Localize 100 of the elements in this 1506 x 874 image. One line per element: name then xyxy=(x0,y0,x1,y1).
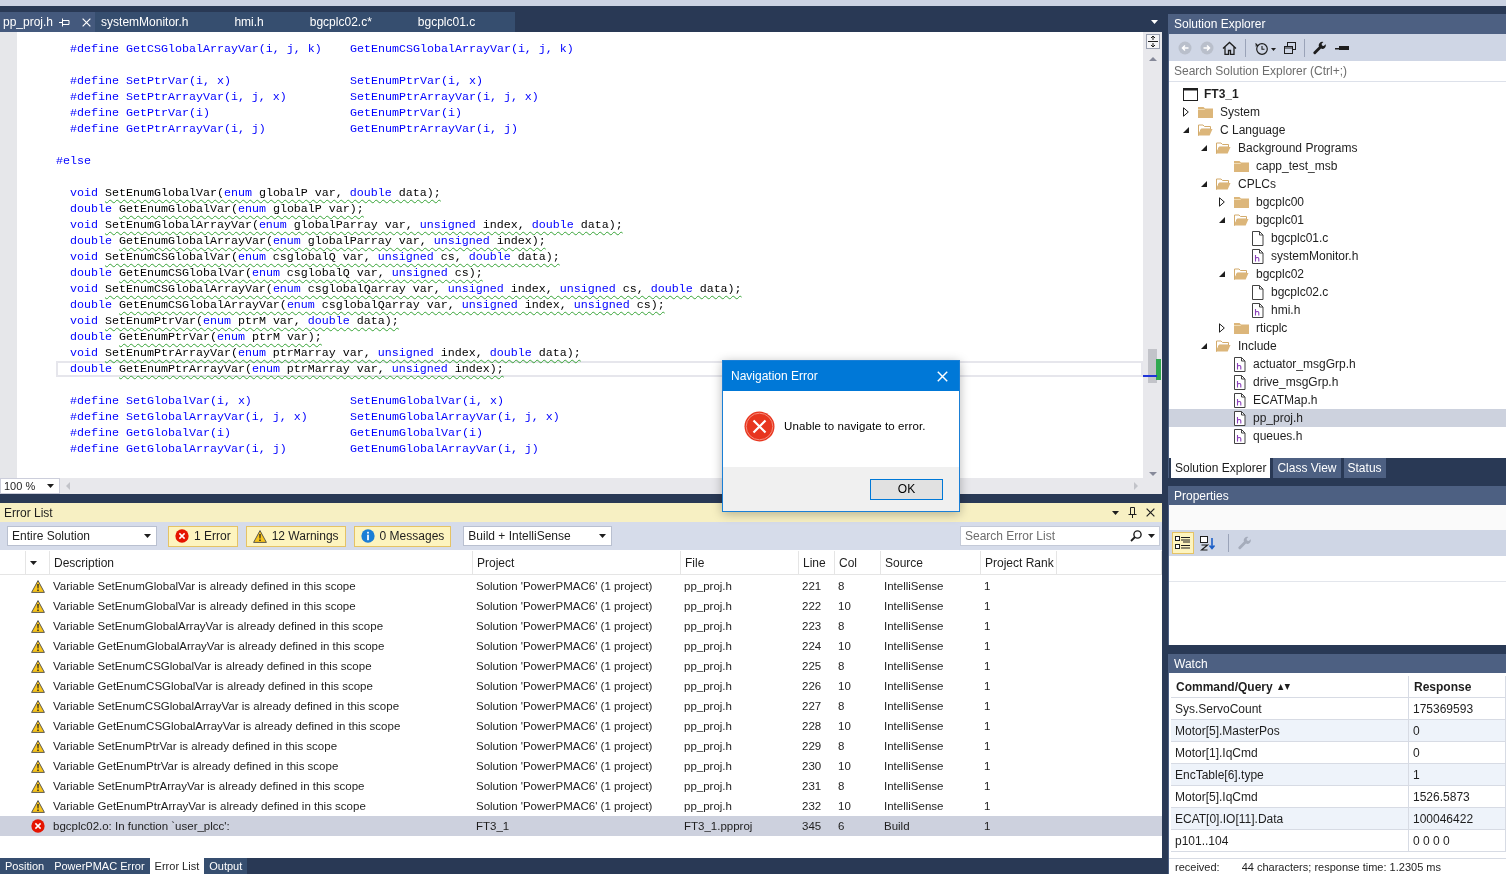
tree-item[interactable]: queues.h xyxy=(1169,427,1506,445)
warning-icon xyxy=(31,619,45,633)
column-header[interactable]: Response xyxy=(1414,679,1472,694)
tree-item[interactable]: CPLCs xyxy=(1169,175,1506,193)
code-line: double GetEnumGlobalArrayVar(enum globalParray var, unsigned index); xyxy=(70,233,546,249)
expanded-arrow-icon[interactable] xyxy=(1201,145,1207,151)
macro-expansion: GetEnumPtrArrayVar(i, j) xyxy=(350,121,518,137)
zoom-dropdown[interactable]: 100 % xyxy=(0,478,60,494)
dropdown-arrow-icon[interactable] xyxy=(47,484,54,488)
tree-item[interactable]: bgcplc02.c xyxy=(1169,283,1506,301)
expanded-arrow-icon[interactable] xyxy=(1183,127,1189,133)
table-cell: Sys.ServoCount xyxy=(1175,701,1262,716)
tree-item[interactable]: systemMonitor.h xyxy=(1169,247,1506,265)
tree-item[interactable]: System xyxy=(1169,103,1506,121)
dropdown-arrow-icon[interactable] xyxy=(1151,20,1158,24)
filter-toggle-button[interactable]: 1 Error xyxy=(168,525,238,547)
scope-dropdown[interactable]: Entire Solution xyxy=(7,526,157,546)
windows-icon[interactable] xyxy=(1284,41,1296,54)
column-header[interactable]: Col xyxy=(839,555,857,570)
column-header[interactable]: File xyxy=(685,555,705,570)
macro-definition: #define GetCSGlobalArrayVar(i, j, k) xyxy=(70,41,323,57)
header-file-icon xyxy=(1252,248,1264,264)
table-cell: 1 xyxy=(984,660,991,672)
search-icon[interactable] xyxy=(1130,530,1142,542)
panel-tab[interactable]: Status xyxy=(1343,458,1386,478)
search-bar[interactable]: Search Error List xyxy=(960,526,1160,546)
table-cell: 8 xyxy=(838,660,845,672)
collapsed-arrow-icon[interactable] xyxy=(1219,197,1225,207)
tree-item[interactable]: pp_proj.h xyxy=(1169,409,1506,427)
table-cell: pp_proj.h xyxy=(684,640,732,652)
tree-item[interactable]: capp_test_msb xyxy=(1169,157,1506,175)
tree-item[interactable]: actuator_msgGrp.h xyxy=(1169,355,1506,373)
build-filter-dropdown[interactable]: Build + IntelliSense xyxy=(463,526,613,546)
expanded-arrow-icon[interactable] xyxy=(1201,343,1207,349)
tree-item[interactable]: hmi.h xyxy=(1169,301,1506,319)
collapse-icon[interactable] xyxy=(1335,44,1349,51)
ok-button[interactable]: OK xyxy=(870,478,943,500)
vertical-scrollbar[interactable] xyxy=(1143,32,1162,478)
macro-definition: #define SetGlobalArrayVar(i, j, x) xyxy=(70,409,309,425)
dropdown-arrow-icon[interactable] xyxy=(1112,510,1119,515)
code-line: void SetEnumCSGlobalVar(enum csglobalQ var, unsigned cs, double data); xyxy=(70,249,560,265)
panel-tab[interactable]: Error List xyxy=(149,858,205,874)
macro-definition: #define GetPtrVar(i) xyxy=(70,105,211,121)
preprocessor-directive: #else xyxy=(56,153,91,169)
pin-icon[interactable] xyxy=(1128,507,1137,518)
column-header[interactable]: Command/Query xyxy=(1176,679,1273,694)
table-cell: 232 xyxy=(802,800,822,812)
macro-definition: #define SetPtrVar(i, x) xyxy=(70,73,232,89)
scroll-up-arrow-icon[interactable] xyxy=(1148,57,1157,61)
table-cell: 1 xyxy=(984,760,991,772)
code-line: double GetEnumPtrArrayVar(enum ptrMarray var, unsigned index); xyxy=(70,361,504,377)
filter-toggle-button[interactable]: 0 Messages xyxy=(353,525,452,547)
tree-item[interactable]: drive_msgGrp.h xyxy=(1169,373,1506,391)
object-selector-field[interactable] xyxy=(1169,505,1506,530)
tree-item[interactable]: bgcplc01 xyxy=(1169,211,1506,229)
table-cell: 0 xyxy=(1413,723,1420,738)
table-cell: Solution 'PowerPMAC6' (1 project) xyxy=(476,580,653,592)
column-header[interactable]: Line xyxy=(803,555,826,570)
table-cell: Solution 'PowerPMAC6' (1 project) xyxy=(476,760,653,772)
column-header[interactable]: Source xyxy=(885,555,924,570)
collapsed-arrow-icon[interactable] xyxy=(1183,107,1189,117)
expanded-arrow-icon[interactable] xyxy=(1201,181,1207,187)
column-header[interactable]: Project xyxy=(477,555,515,570)
clock-icon[interactable] xyxy=(1254,40,1276,55)
dropdown-arrow-icon[interactable] xyxy=(599,534,607,538)
macro-definition: #define GetGlobalVar(i) xyxy=(70,425,232,441)
wrench-icon[interactable] xyxy=(1313,40,1327,55)
tree-item[interactable]: Background Programs xyxy=(1169,139,1506,157)
dropdown-arrow-icon[interactable] xyxy=(144,534,151,538)
tree-item[interactable]: FT3_1 xyxy=(1169,85,1506,103)
home-icon[interactable] xyxy=(1222,40,1237,55)
collapsed-arrow-icon[interactable] xyxy=(1219,323,1225,333)
table-cell: Motor[5].MasterPos xyxy=(1175,723,1280,738)
table-cell: 8 xyxy=(838,580,845,592)
column-header[interactable]: Description xyxy=(54,555,115,570)
dropdown-arrow-icon[interactable] xyxy=(30,560,37,565)
tree-item[interactable]: bgcplc01.c xyxy=(1169,229,1506,247)
tree-item[interactable]: ECATMap.h xyxy=(1169,391,1506,409)
panel-tab[interactable]: Solution Explorer xyxy=(1171,458,1271,478)
panel-tab[interactable]: PowerPMAC Error xyxy=(49,858,150,874)
split-icon[interactable] xyxy=(1145,34,1160,49)
scroll-down-arrow-icon[interactable] xyxy=(1148,472,1157,476)
tree-item[interactable]: bgcplc02 xyxy=(1169,265,1506,283)
dropdown-arrow-icon[interactable] xyxy=(1148,534,1155,538)
panel-tab[interactable]: Output xyxy=(204,858,248,874)
tree-item[interactable]: Include xyxy=(1169,337,1506,355)
column-header[interactable]: Project Rank xyxy=(985,555,1054,570)
sort-icon[interactable] xyxy=(1277,683,1290,690)
error-row[interactable]: bgcplc02.o: In function `user_plcc': FT3_1 FT3_1.ppproj 345 6 Build 1 xyxy=(0,816,1162,836)
close-icon[interactable] xyxy=(1146,508,1155,517)
tree-item[interactable]: C Language xyxy=(1169,121,1506,139)
tree-item[interactable]: bgcplc00 xyxy=(1169,193,1506,211)
filter-toggle-button[interactable]: 12 Warnings xyxy=(245,525,346,547)
expanded-arrow-icon[interactable] xyxy=(1219,271,1225,277)
panel-tab[interactable]: Class View xyxy=(1273,458,1341,478)
error-icon xyxy=(175,529,189,543)
expanded-arrow-icon[interactable] xyxy=(1219,217,1225,223)
tree-item[interactable]: rticplc xyxy=(1169,319,1506,337)
panel-tab[interactable]: Position xyxy=(0,858,50,874)
table-cell: 8 xyxy=(838,740,845,752)
